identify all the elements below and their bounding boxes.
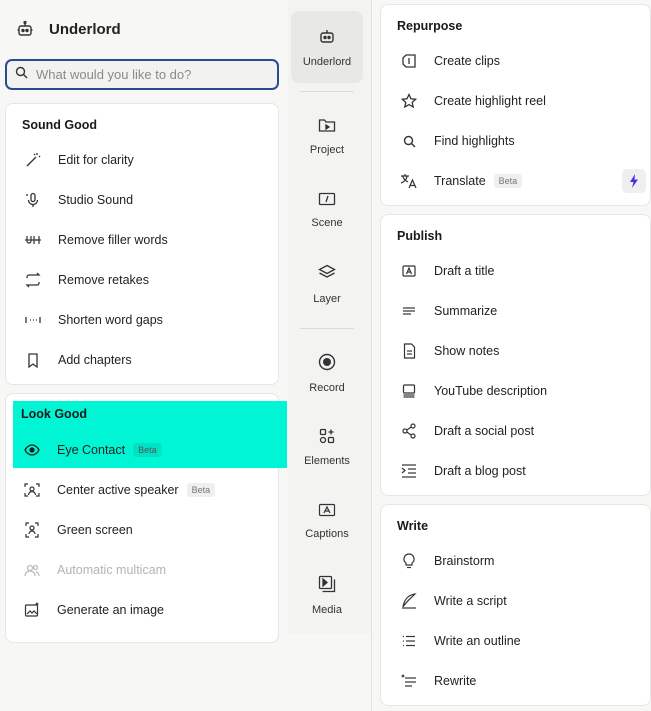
nav-label: Scene (311, 216, 343, 229)
create-highlight-reel-item[interactable]: Create highlight reel (381, 81, 650, 121)
media-icon (318, 575, 336, 598)
nav-divider (300, 91, 354, 92)
brainstorm-item[interactable]: Brainstorm (381, 541, 650, 581)
image-sparkle-icon (23, 601, 41, 619)
search-box[interactable] (5, 59, 279, 90)
generate-an-image-item[interactable]: Generate an image (5, 590, 279, 630)
add-chapters-item[interactable]: Add chapters (6, 340, 278, 380)
document-icon (400, 342, 418, 360)
search-input[interactable] (36, 67, 266, 82)
nav-elements[interactable]: Elements (291, 411, 363, 483)
sound-good-card: Sound Good Edit for clarity Studio Sound… (5, 103, 279, 385)
robot-icon (14, 18, 36, 40)
section-title: Sound Good (22, 118, 97, 132)
microphone-sparkle-icon (24, 191, 42, 209)
nav-label: Record (309, 381, 345, 394)
youtube-description-item[interactable]: YouTube description (381, 371, 650, 411)
nav-label: Media (312, 603, 342, 616)
clips-icon (400, 52, 418, 70)
look-good-content: Look Good Eye Contact Beta Center active… (5, 393, 279, 643)
studio-sound-item[interactable]: Studio Sound (6, 180, 278, 220)
beta-badge: Beta (186, 483, 216, 497)
captions-icon (318, 503, 336, 522)
indent-icon (400, 462, 418, 480)
section-title: Write (397, 519, 429, 533)
green-screen-item[interactable]: Green screen (5, 510, 279, 550)
publish-card: Publish Draft a title Summarize Show not… (380, 214, 651, 496)
search-icon (400, 132, 418, 150)
section-title: Repurpose (397, 19, 463, 33)
panel-header: Underlord (14, 18, 121, 40)
automatic-multicam-item[interactable]: Automatic multicam (5, 550, 279, 590)
write-card: Write Brainstorm Write a script Write an… (380, 504, 651, 706)
edit-for-clarity-item[interactable]: Edit for clarity (6, 140, 278, 180)
scene-icon (318, 192, 336, 211)
rewrite-item[interactable]: Rewrite (381, 661, 650, 701)
strikethrough-uh-icon (24, 231, 42, 249)
description-icon (400, 382, 418, 400)
folder-icon (318, 117, 336, 138)
search-icon (15, 66, 28, 84)
draft-a-title-item[interactable]: Draft a title (381, 251, 650, 291)
find-highlights-item[interactable]: Find highlights (381, 121, 650, 161)
nav-label: Layer (313, 292, 341, 305)
nav-divider (300, 328, 354, 329)
nav-label: Elements (304, 454, 350, 467)
nav-label: Captions (305, 527, 349, 540)
lightning-icon[interactable] (622, 169, 646, 193)
underlord-panel: Underlord Sound Good Edit for clarity St… (0, 0, 288, 711)
nav-scene[interactable]: Scene (291, 174, 363, 246)
summarize-item[interactable]: Summarize (381, 291, 650, 331)
nav-captions[interactable]: Captions (291, 485, 363, 557)
panel-title: Underlord (49, 20, 121, 38)
nav-label: Underlord (302, 55, 352, 68)
list-icon (400, 632, 418, 650)
eye-contact-item[interactable]: Eye Contact Beta (5, 430, 279, 470)
panel-divider (371, 0, 372, 711)
draft-a-blog-post-item[interactable]: Draft a blog post (381, 451, 650, 491)
translate-icon (400, 172, 418, 190)
repurpose-card: Repurpose Create clips Create highlight … (380, 4, 651, 206)
green-screen-icon (23, 521, 41, 539)
bookmark-icon (24, 351, 42, 369)
eye-icon (23, 441, 41, 459)
star-icon (400, 92, 418, 110)
show-notes-item[interactable]: Show notes (381, 331, 650, 371)
nav-label: Project (309, 143, 345, 156)
lines-icon (400, 302, 418, 320)
people-icon (23, 561, 41, 579)
share-icon (400, 422, 418, 440)
nav-project[interactable]: Project (291, 100, 363, 172)
beta-badge: Beta (493, 174, 523, 188)
create-clips-item[interactable]: Create clips (381, 41, 650, 81)
remove-filler-words-item[interactable]: Remove filler words (6, 220, 278, 260)
nav-underlord[interactable]: Underlord (291, 11, 363, 83)
shorten-word-gaps-item[interactable]: Shorten word gaps (6, 300, 278, 340)
elements-icon (319, 428, 335, 449)
magic-wand-icon (24, 151, 42, 169)
section-title: Look Good (21, 407, 87, 421)
nav-media[interactable]: Media (291, 559, 363, 631)
translate-item[interactable]: Translate Beta (381, 161, 650, 201)
speaker-focus-icon (23, 481, 41, 499)
layers-icon (318, 264, 336, 287)
nav-record[interactable]: Record (291, 337, 363, 409)
record-icon (318, 353, 336, 376)
quill-icon (400, 592, 418, 610)
write-a-script-item[interactable]: Write a script (381, 581, 650, 621)
remove-retakes-item[interactable]: Remove retakes (6, 260, 278, 300)
robot-icon (318, 27, 336, 50)
center-active-speaker-item[interactable]: Center active speaker Beta (5, 470, 279, 510)
beta-badge: Beta (133, 443, 162, 457)
gap-icon (24, 311, 42, 329)
write-an-outline-item[interactable]: Write an outline (381, 621, 650, 661)
repeat-arrows-icon (24, 271, 42, 289)
draft-a-social-post-item[interactable]: Draft a social post (381, 411, 650, 451)
nav-layer[interactable]: Layer (291, 248, 363, 320)
rewrite-icon (400, 672, 418, 690)
section-title: Publish (397, 229, 443, 243)
title-icon (400, 262, 418, 280)
lightbulb-icon (400, 552, 418, 570)
